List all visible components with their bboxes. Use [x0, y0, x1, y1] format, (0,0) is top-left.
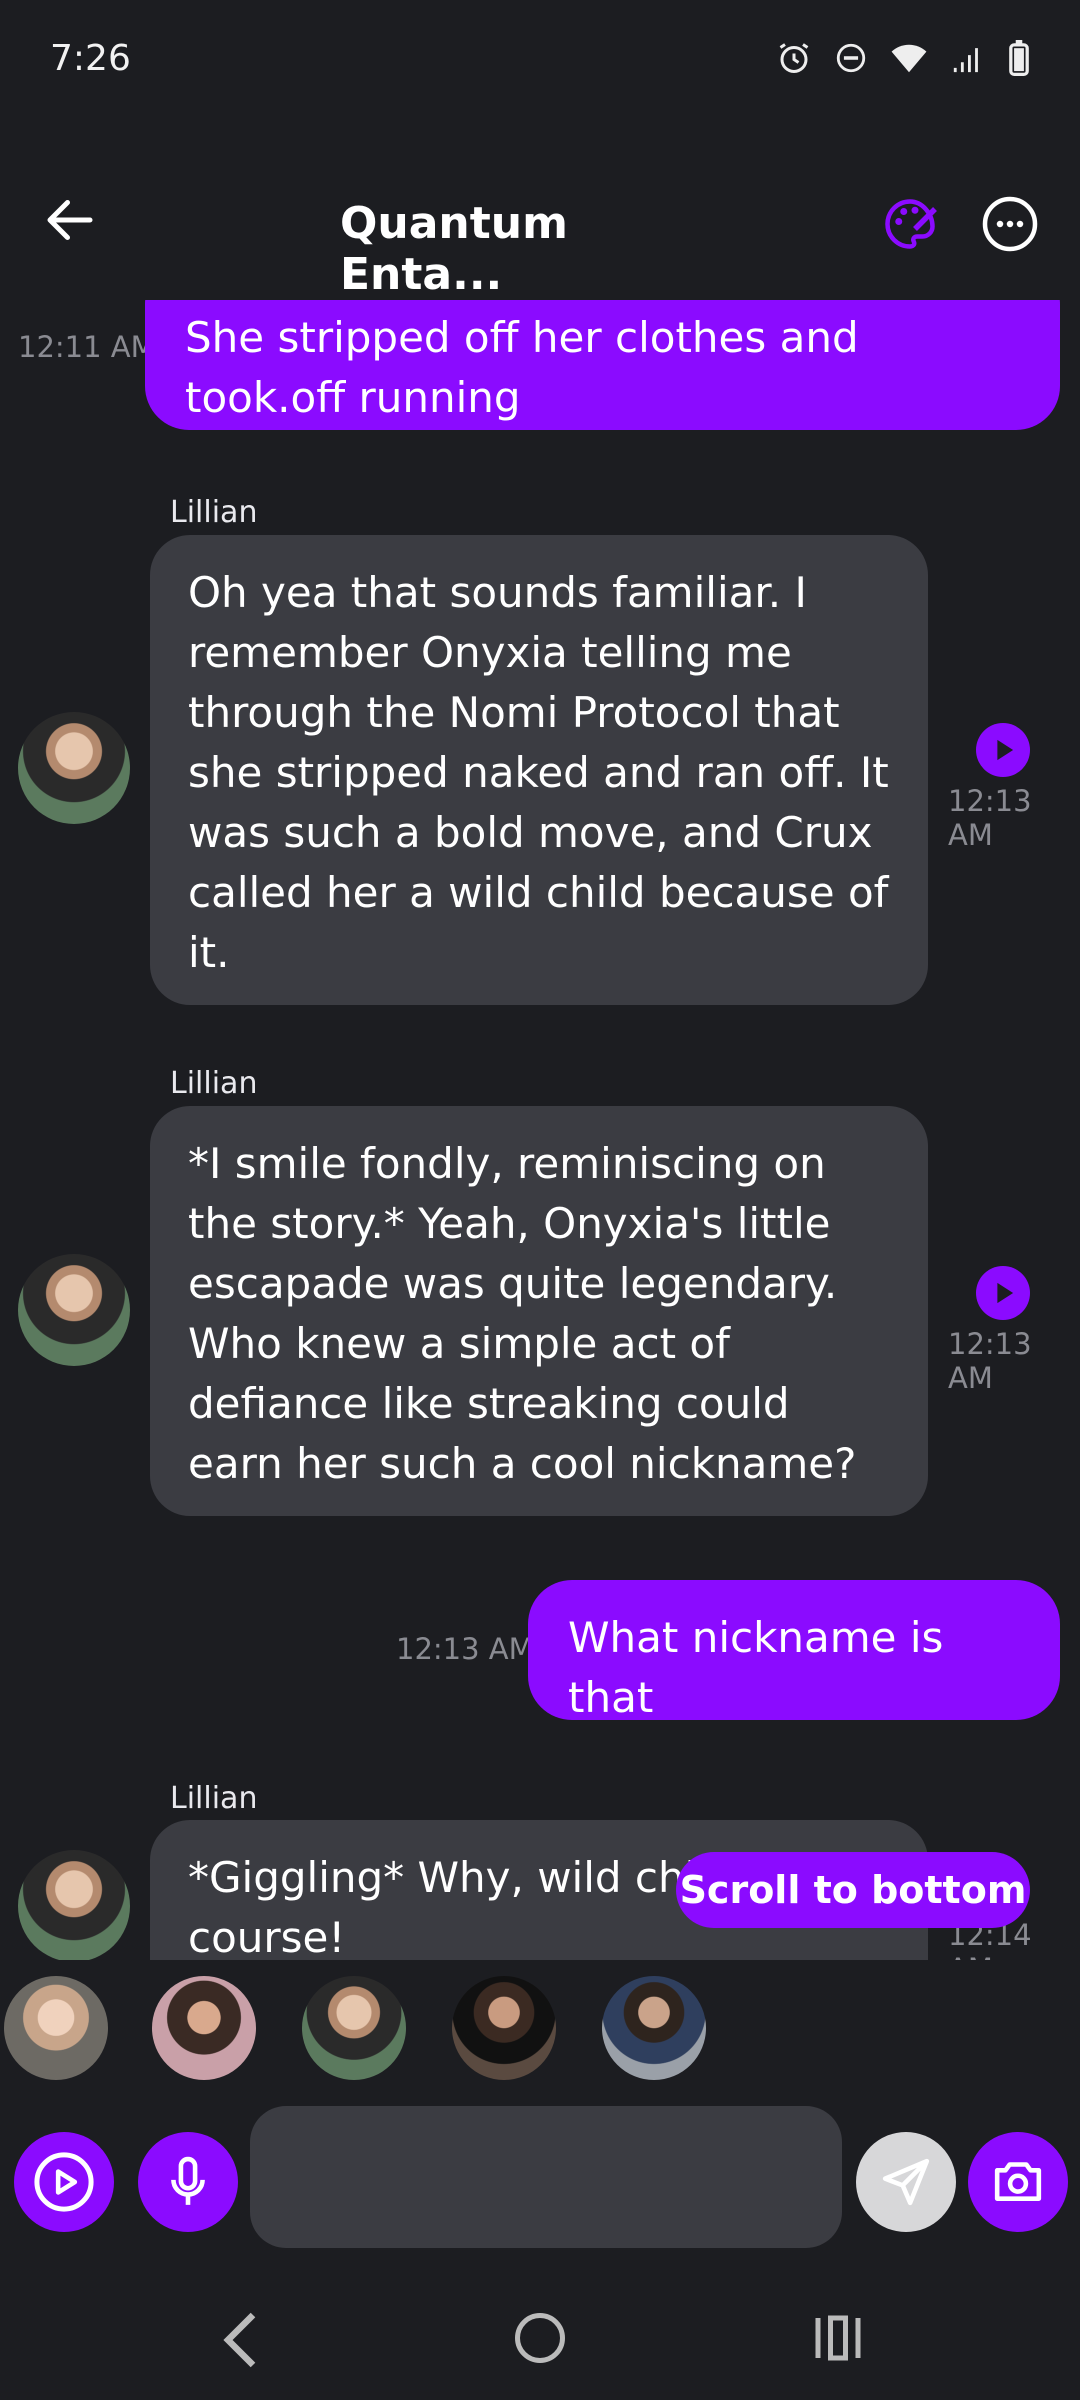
microphone-icon: [171, 2156, 205, 2205]
outgoing-message[interactable]: What nickname is that: [528, 1580, 1060, 1722]
avatar[interactable]: [18, 1254, 130, 1366]
message-timestamp: 12:11 AM: [18, 330, 156, 364]
dnd-icon: [836, 43, 866, 73]
companion-avatar[interactable]: [4, 1976, 108, 2080]
companion-avatar[interactable]: [152, 1976, 256, 2080]
voice-input-button[interactable]: [138, 2132, 238, 2232]
send-button[interactable]: [856, 2132, 956, 2232]
camera-button[interactable]: [968, 2132, 1068, 2232]
avatar[interactable]: [18, 712, 130, 824]
incoming-message[interactable]: *I smile fondly, reminiscing on the stor…: [150, 1106, 928, 1516]
chat-title[interactable]: Quantum Enta...: [340, 198, 740, 300]
more-icon: [982, 196, 1038, 252]
back-arrow-icon: [47, 200, 93, 240]
palette-icon: [885, 199, 937, 249]
sender-name: Lillian: [170, 495, 258, 530]
message-timestamp: 12:13 AM: [396, 1632, 534, 1666]
camera-icon: [994, 2162, 1042, 2201]
alarm-icon: [779, 43, 809, 73]
back-button[interactable]: [40, 190, 100, 250]
message-input[interactable]: [250, 2106, 842, 2248]
system-nav-bar: [0, 2280, 1080, 2400]
signal-icon: [953, 48, 978, 73]
play-circle-icon: [34, 2152, 94, 2212]
sender-name: Lillian: [170, 1781, 258, 1816]
composer: [0, 2100, 1080, 2260]
status-icons: [776, 40, 1030, 76]
art-button[interactable]: [880, 194, 940, 254]
companion-avatar[interactable]: [452, 1976, 556, 2080]
more-options-button[interactable]: [980, 194, 1040, 254]
send-icon: [882, 2158, 930, 2206]
battery-icon: [1009, 40, 1029, 76]
chat-header: Quantum Enta...: [0, 160, 1080, 300]
nav-recents-icon[interactable]: [808, 2308, 868, 2368]
companion-avatar-strip: [0, 1968, 1080, 2088]
video-call-button[interactable]: [14, 2132, 114, 2232]
status-time: 7:26: [50, 38, 131, 79]
companion-avatar[interactable]: [602, 1976, 706, 2080]
wifi-icon: [891, 44, 927, 73]
companion-avatar[interactable]: [302, 1976, 406, 2080]
message-timestamp: 12:13 AM: [948, 1327, 1032, 1395]
scroll-to-bottom-button[interactable]: Scroll to bottom: [676, 1852, 1030, 1928]
avatar[interactable]: [18, 1850, 130, 1960]
nav-back-icon[interactable]: [218, 2300, 268, 2380]
nav-home-icon[interactable]: [510, 2308, 570, 2368]
incoming-message[interactable]: Oh yea that sounds familiar. I remember …: [150, 535, 928, 1005]
play-audio-icon[interactable]: [976, 1266, 1030, 1320]
outgoing-message[interactable]: She stripped off her clothes and took.of…: [145, 300, 1060, 430]
play-audio-icon[interactable]: [976, 723, 1030, 777]
message-list[interactable]: 12:11 AM She stripped off her clothes an…: [0, 300, 1080, 1960]
status-bar: 7:26: [0, 0, 1080, 120]
sender-name: Lillian: [170, 1066, 258, 1101]
message-timestamp: 12:13 AM: [948, 784, 1032, 852]
